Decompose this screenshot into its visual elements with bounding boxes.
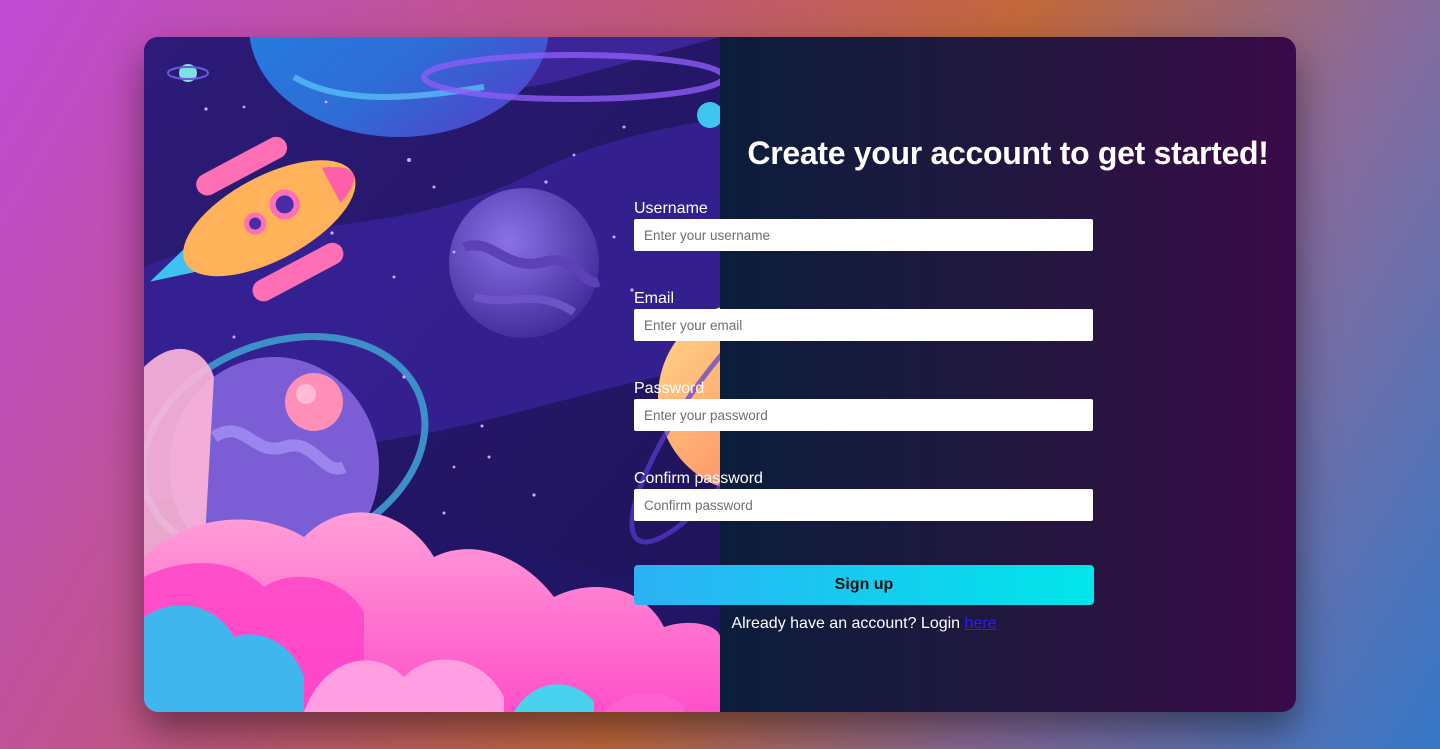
email-input[interactable] [634, 309, 1093, 341]
signup-button[interactable]: Sign up [634, 565, 1094, 605]
password-label: Password [634, 380, 705, 397]
email-label: Email [634, 290, 675, 307]
login-prompt: Already have an account? Login here [634, 615, 1094, 633]
planet-icon [449, 188, 601, 338]
password-input[interactable] [634, 399, 1093, 431]
username-label: Username [634, 200, 708, 217]
login-prompt-text: Already have an account? Login [731, 615, 965, 632]
login-link[interactable]: here [965, 615, 997, 632]
username-input[interactable] [634, 219, 1093, 251]
page-title: Create your account to get started! [747, 135, 1269, 171]
confirm-password-label: Confirm password [634, 470, 763, 487]
space-illustration [144, 37, 720, 712]
confirm-password-input[interactable] [634, 489, 1093, 521]
